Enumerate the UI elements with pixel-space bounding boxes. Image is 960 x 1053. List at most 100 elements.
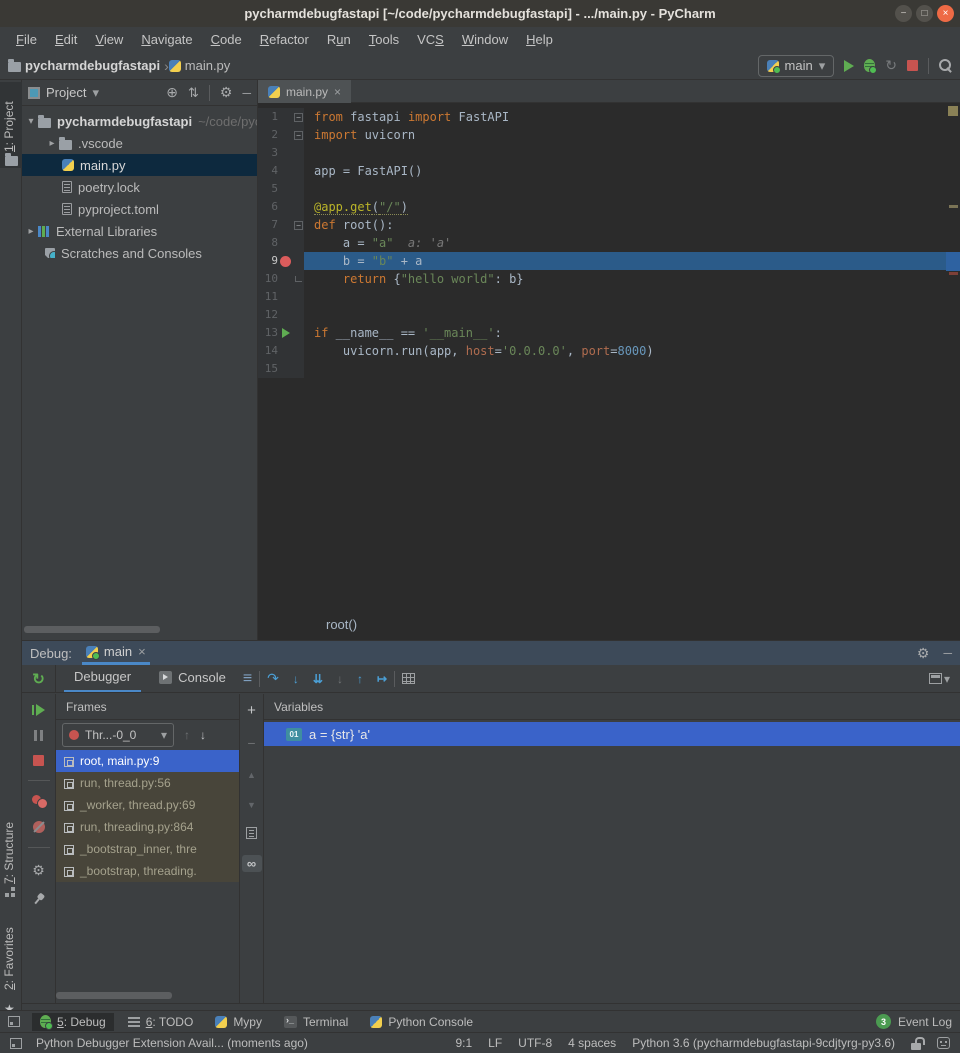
fold-gutter[interactable] [293,234,304,252]
warning-stripe-mark[interactable] [949,205,958,208]
fold-collapse-icon[interactable]: − [294,113,303,122]
scrollbar-thumb[interactable] [946,252,960,271]
tab-debugger[interactable]: Debugger [64,665,141,692]
step-into-my-code-button[interactable] [313,672,323,686]
line-number[interactable]: 6 [258,198,278,216]
code-line-11[interactable]: 11 [258,288,960,306]
menu-navigate[interactable]: Navigate [133,30,200,49]
fold-collapse-icon[interactable]: − [294,131,303,140]
line-number[interactable]: 1 [258,108,278,126]
more-options-icon[interactable] [243,670,252,688]
menu-vcs[interactable]: VCS [409,30,452,49]
minimize-button[interactable]: − [895,5,912,22]
search-everywhere-icon[interactable] [939,59,952,72]
step-over-button[interactable] [267,670,279,687]
breadcrumb-file[interactable]: main.py [185,58,231,73]
gutter-mark[interactable] [278,270,293,288]
code-line-12[interactable]: 12 [258,306,960,324]
tree-item-external-libraries[interactable]: ▸External Libraries [22,220,257,242]
close-session-icon[interactable] [138,644,146,659]
menu-code[interactable]: Code [203,30,250,49]
code-line-4[interactable]: 4app = FastAPI() [258,162,960,180]
menu-tools[interactable]: Tools [361,30,407,49]
fold-gutter[interactable] [293,342,304,360]
expand-arrow-icon[interactable]: ▸ [45,138,59,149]
menu-window[interactable]: Window [454,30,516,49]
frame-row[interactable]: _worker, thread.py:69 [56,794,239,816]
code-line-8[interactable]: 8 a = "a" a: 'a' [258,234,960,252]
indent-setting[interactable]: 4 spaces [568,1036,616,1050]
gutter-mark[interactable] [278,288,293,306]
line-number[interactable]: 7 [258,216,278,234]
code-line-6[interactable]: 6@app.get("/") [258,198,960,216]
debug-button[interactable] [864,59,875,72]
close-button[interactable]: × [937,5,954,22]
toolwindow-button-mypy[interactable]: Mypy [207,1013,270,1031]
rerun-button[interactable] [32,670,45,688]
force-step-into-button[interactable] [337,672,343,686]
step-out-button[interactable] [357,672,363,686]
run-to-cursor-button[interactable] [377,672,387,686]
tree-item-poetry-lock[interactable]: poetry.lock [22,176,257,198]
gutter-mark[interactable] [278,108,293,126]
mute-breakpoints-button[interactable] [33,821,45,833]
maximize-button[interactable]: □ [916,5,933,22]
gutter-mark[interactable] [278,126,293,144]
project-horizontal-scrollbar[interactable] [24,626,160,633]
hide-debug-panel-icon[interactable] [943,646,952,660]
stop-button[interactable] [33,755,44,766]
frame-row[interactable]: root, main.py:9 [56,750,239,772]
gutter-mark[interactable] [278,216,293,234]
fold-gutter[interactable] [293,144,304,162]
fold-gutter[interactable] [293,306,304,324]
frame-row[interactable]: _bootstrap_inner, thre [56,838,239,860]
toolwindow-tab-project[interactable]: 1: Project [0,82,22,168]
evaluate-expression-button[interactable] [402,673,415,684]
move-watch-up-button[interactable] [247,767,256,781]
run-configuration-select[interactable]: main [758,55,835,77]
menu-help[interactable]: Help [518,30,561,49]
code-line-10[interactable]: 10 return {"hello world": b} [258,270,960,288]
breadcrumb-function[interactable]: root() [326,617,357,632]
collapse-all-icon[interactable] [188,85,199,101]
editor-error-stripe[interactable] [946,103,960,612]
pin-tab-icon[interactable] [30,891,47,908]
frame-row[interactable]: run, threading.py:864 [56,816,239,838]
frames-horizontal-scrollbar[interactable] [56,992,172,999]
gutter-mark[interactable] [278,162,293,180]
code-line-2[interactable]: 2−import uvicorn [258,126,960,144]
toolwindow-quick-access-icon[interactable] [8,1016,20,1027]
editor-tab-mainpy[interactable]: main.py [258,80,351,103]
debug-settings-icon[interactable] [917,645,930,662]
caret-position[interactable]: 9:1 [455,1036,472,1050]
gutter-mark[interactable] [278,180,293,198]
next-frame-button[interactable] [200,728,206,742]
line-number[interactable]: 2 [258,126,278,144]
fold-gutter[interactable] [293,198,304,216]
pause-button[interactable] [34,730,44,741]
fold-gutter[interactable]: − [293,108,304,126]
project-view-select[interactable]: Project [28,85,99,101]
fold-gutter[interactable] [293,288,304,306]
view-breakpoints-button[interactable] [32,795,46,807]
gutter-mark[interactable] [278,234,293,252]
line-number[interactable]: 11 [258,288,278,306]
fold-gutter[interactable] [293,252,304,270]
add-watch-button[interactable] [247,702,256,719]
run-line-icon[interactable] [282,328,290,338]
thread-selector[interactable]: Thr...-0_0 [62,723,174,747]
fold-gutter[interactable] [293,270,304,288]
status-message[interactable]: Python Debugger Extension Avail... (mome… [36,1036,308,1050]
show-watches-toggle[interactable] [242,855,262,872]
toolwindow-tab-favorites[interactable]: 2: Favorites [0,902,22,1006]
line-number[interactable]: 8 [258,234,278,252]
previous-frame-button[interactable] [184,728,190,742]
line-number[interactable]: 13 [258,324,278,342]
breakpoint-icon[interactable] [280,256,291,267]
code-line-15[interactable]: 15 [258,360,960,378]
menu-file[interactable]: File [8,30,45,49]
gutter-mark[interactable] [278,144,293,162]
interpreter[interactable]: Python 3.6 (pycharmdebugfastapi-9cdjtyrg… [632,1036,895,1050]
code-line-7[interactable]: 7−def root(): [258,216,960,234]
code-editor[interactable]: 1−from fastapi import FastAPI2−import uv… [258,103,960,612]
